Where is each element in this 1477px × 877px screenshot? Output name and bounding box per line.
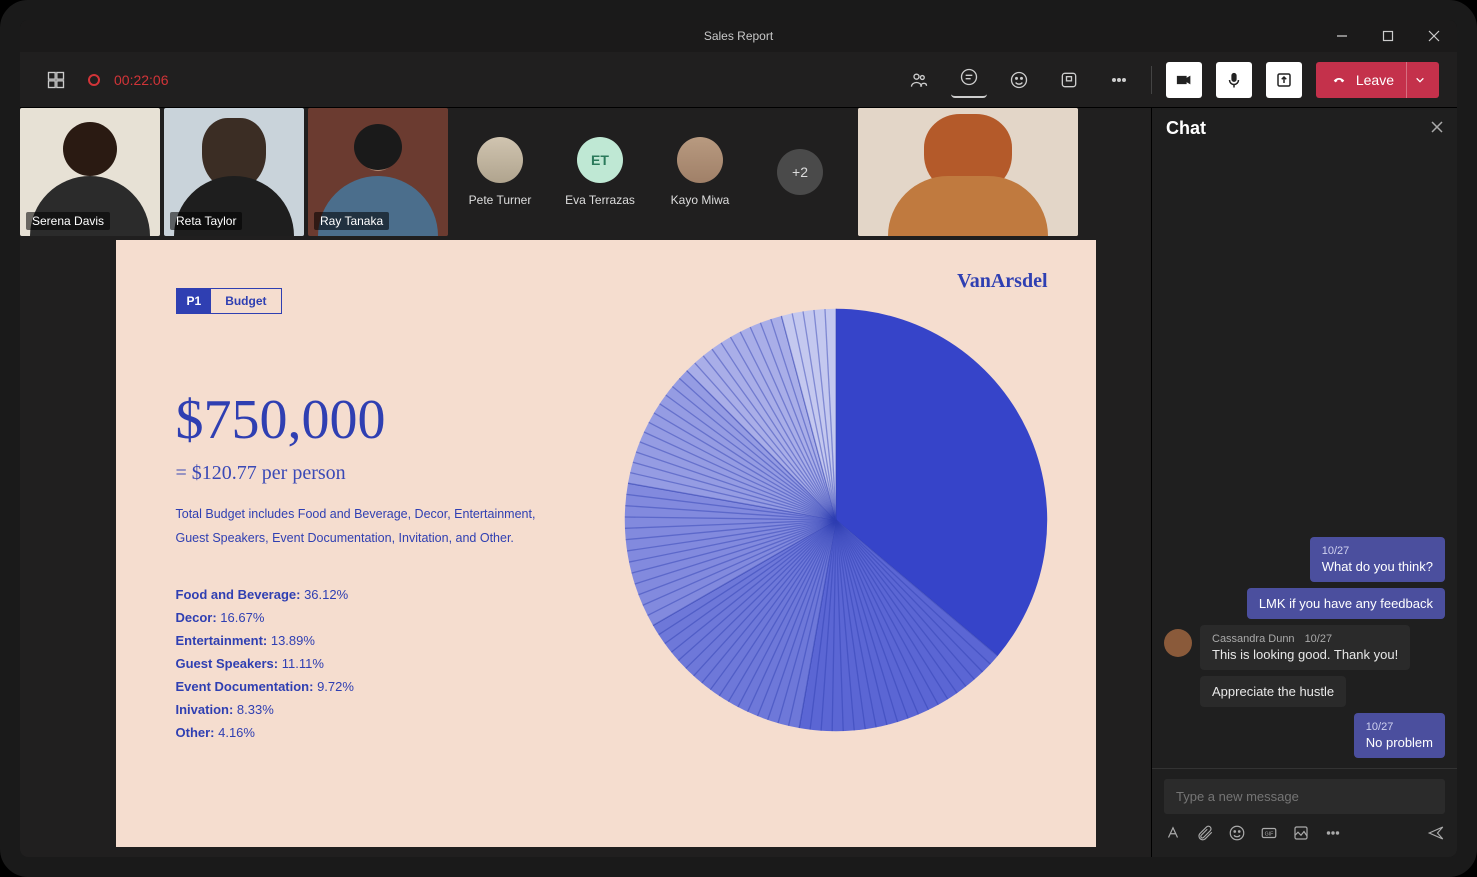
leave-label: Leave xyxy=(1356,72,1394,88)
participant-strip: Serena Davis Reta Taylor Ray Tanaka Pete… xyxy=(20,108,1151,236)
participant-name: Reta Taylor xyxy=(170,212,242,230)
chat-message-outgoing[interactable]: LMK if you have any feedback xyxy=(1247,588,1445,619)
avatar xyxy=(677,137,723,183)
participant-name: Eva Terrazas xyxy=(565,193,635,207)
emoji-icon[interactable] xyxy=(1228,824,1246,847)
video-tile[interactable]: Reta Taylor xyxy=(164,108,304,236)
more-compose-icon[interactable] xyxy=(1324,824,1342,847)
participant-name: Serena Davis xyxy=(26,212,110,230)
send-icon[interactable] xyxy=(1427,824,1445,847)
participant-avatar[interactable]: ET Eva Terrazas xyxy=(552,108,648,236)
chat-icon[interactable] xyxy=(951,62,987,98)
leave-chevron[interactable] xyxy=(1406,62,1433,98)
leave-button[interactable]: Leave xyxy=(1316,62,1439,98)
participant-avatar[interactable]: Kayo Miwa xyxy=(652,108,748,236)
attach-icon[interactable] xyxy=(1196,824,1214,847)
rooms-icon[interactable] xyxy=(1051,62,1087,98)
budget-pie-chart xyxy=(616,300,1056,740)
participant-avatar[interactable]: Pete Turner xyxy=(452,108,548,236)
video-tile[interactable]: Ray Tanaka xyxy=(308,108,448,236)
grid-view-icon[interactable] xyxy=(38,62,74,98)
chat-message-incoming[interactable]: Cassandra Dunn10/27This is looking good.… xyxy=(1164,625,1445,670)
share-button[interactable] xyxy=(1266,62,1302,98)
chat-messages[interactable]: 10/27What do you think? LMK if you have a… xyxy=(1152,149,1457,768)
overflow-count: +2 xyxy=(777,149,823,195)
record-icon xyxy=(88,74,100,86)
avatar xyxy=(477,137,523,183)
gif-icon[interactable]: GIF xyxy=(1260,824,1278,847)
close-button[interactable] xyxy=(1411,20,1457,52)
record-timer: 00:22:06 xyxy=(114,72,169,88)
overflow-participants[interactable]: +2 xyxy=(752,108,848,236)
minimize-button[interactable] xyxy=(1319,20,1365,52)
shared-content: VanArsdel P1 Budget $750,000 = $120.77 p… xyxy=(116,240,1096,847)
slide-tab: P1 Budget xyxy=(176,288,282,314)
chat-title: Chat xyxy=(1166,118,1206,139)
tab-p1: P1 xyxy=(177,289,212,313)
titlebar: Sales Report xyxy=(20,20,1457,52)
more-icon[interactable] xyxy=(1101,62,1137,98)
meeting-toolbar: 00:22:06 Leave xyxy=(20,52,1457,108)
tab-budget: Budget xyxy=(211,289,280,313)
active-speaker-tile[interactable] xyxy=(858,108,1078,236)
sticker-icon[interactable] xyxy=(1292,824,1310,847)
people-icon[interactable] xyxy=(901,62,937,98)
format-icon[interactable] xyxy=(1164,824,1182,847)
window-title: Sales Report xyxy=(20,29,1457,43)
chat-message-outgoing[interactable]: 10/27What do you think? xyxy=(1310,537,1445,582)
camera-button[interactable] xyxy=(1166,62,1202,98)
hangup-icon xyxy=(1330,73,1348,87)
chat-message-incoming[interactable]: Appreciate the hustle xyxy=(1164,676,1445,707)
chat-panel: Chat 10/27What do you think? LMK if you h… xyxy=(1151,108,1457,857)
participant-name: Kayo Miwa xyxy=(671,193,730,207)
chat-compose: GIF xyxy=(1152,768,1457,857)
video-tile[interactable]: Serena Davis xyxy=(20,108,160,236)
avatar: ET xyxy=(577,137,623,183)
mic-button[interactable] xyxy=(1216,62,1252,98)
reactions-icon[interactable] xyxy=(1001,62,1037,98)
message-input[interactable] xyxy=(1164,779,1445,814)
chat-message-outgoing[interactable]: 10/27No problem xyxy=(1354,713,1445,758)
toolbar-divider xyxy=(1151,66,1152,94)
maximize-button[interactable] xyxy=(1365,20,1411,52)
close-chat-icon[interactable] xyxy=(1431,120,1443,138)
svg-text:GIF: GIF xyxy=(1265,832,1274,838)
avatar xyxy=(1164,629,1192,657)
budget-description: Total Budget includes Food and Beverage,… xyxy=(176,503,536,551)
participant-name: Ray Tanaka xyxy=(314,212,389,230)
participant-name: Pete Turner xyxy=(469,193,532,207)
brand-logo: VanArsdel xyxy=(957,270,1047,293)
